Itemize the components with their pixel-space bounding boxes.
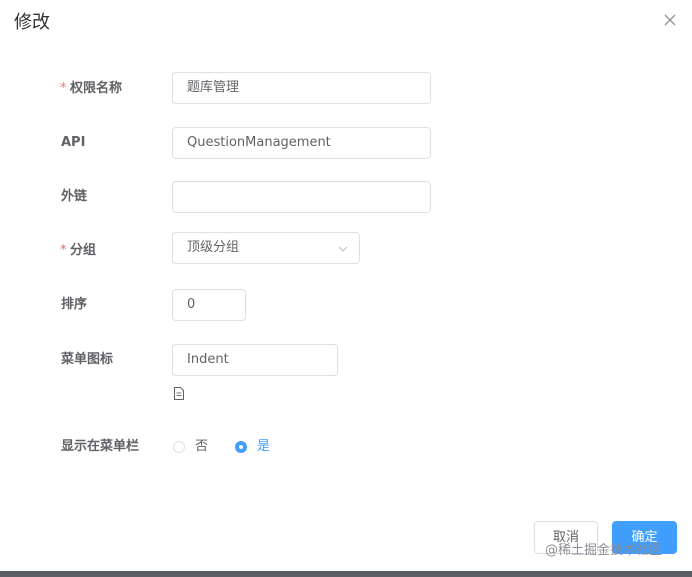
external-link-input[interactable] [172,181,431,213]
radio-yes[interactable]: 是 [235,440,270,454]
radio-yes-label: 是 [257,439,271,454]
document-icon [174,387,184,400]
dialog-title: 修改 [14,12,50,33]
edit-dialog: 修改 * 权限名称 题库管理 API QuestionManagement 外链… [0,0,692,577]
radio-circle [173,441,185,453]
radio-no[interactable]: 否 [173,440,208,454]
order-label: 排序 [61,297,88,312]
menu-icon-label: 菜单图标 [61,352,114,367]
required-mark: * [60,81,67,96]
api-label: API [61,135,86,150]
name-label: 权限名称 [70,81,123,96]
radio-circle [235,441,247,453]
menu-icon-input[interactable]: Indent [172,344,338,376]
bottom-bar [0,571,692,577]
order-input[interactable]: 0 [172,289,246,321]
api-input[interactable]: QuestionManagement [172,127,431,159]
name-input[interactable]: 题库管理 [172,72,431,104]
close-icon[interactable] [662,12,678,28]
required-mark: * [60,243,67,258]
external-link-label: 外链 [61,189,88,204]
watermark: @稀土掘金技术社区 [545,543,663,558]
radio-no-label: 否 [195,439,209,454]
group-select-value: 顶级分组 [187,240,240,255]
show-in-menu-label: 显示在菜单栏 [61,439,140,454]
chevron-down-icon [338,246,348,252]
group-select[interactable]: 顶级分组 [172,232,360,264]
group-label: 分组 [70,243,97,258]
